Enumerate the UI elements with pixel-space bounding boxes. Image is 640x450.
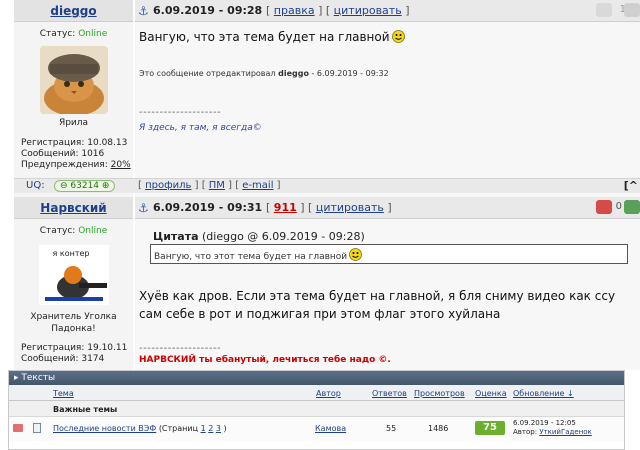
quote-box: Вангую, что этот тема будет на главной [150,244,628,264]
post-header: ⚓ 6.09.2019 - 09:28 [ правка ] [ цитиров… [135,0,640,22]
col-author[interactable]: Автор [316,389,341,398]
col-replies[interactable]: Ответов [372,389,407,398]
last-author-link[interactable]: УткийГаденок [539,428,591,436]
forum-topics-panel: ▸ Тексты Тема Автор Ответов Просмотров О… [8,370,625,450]
topic-title-link[interactable]: Последние новости ВЭФ [53,424,156,433]
forum-column-headers: Тема Автор Ответов Просмотров Оценка Обн… [9,385,624,401]
scroll-top-icon[interactable]: [^ [624,179,638,192]
last-update-date: 6.09.2019 - 12:05 [513,419,576,427]
warning-level: 20% [110,160,131,170]
edit-note: Это сообщение отредактировал dieggo - 6.… [139,69,389,78]
reg-date: 10.08.13 [87,138,128,148]
report-911-link[interactable]: 911 [274,201,297,214]
views-count: 1486 [428,424,449,433]
user-status: Статус: Online [39,226,108,236]
reg-date: 19.10.11 [87,343,128,353]
anchor-icon[interactable]: ⚓ [138,4,149,18]
post-footer: UQ: ⊖ 63214 ⊕ [ профиль ] [ ПМ ] [ e-mai… [14,178,640,193]
smiley-icon [391,30,405,43]
author-header: dieggo [14,0,133,22]
user-status: Статус: Online [39,29,108,39]
post-text: Вангую, что эта тема будет на главной [139,30,405,44]
user-info-panel: Статус: Online Ярила Регистрация: 10.08.… [14,22,133,197]
avatar-caption: Хранитель Уголка Падонка! [30,312,117,334]
signature-text: НАРВСКИЙ ты ебанутый, лечиться тебе надо… [139,355,391,365]
quote-link[interactable]: цитировать [334,4,402,17]
footer-links: [ профиль ] [ ПМ ] [ e-mail ] [138,180,281,191]
post-date: 6.09.2019 - 09:28 [153,4,263,17]
author-header: Нарвский [14,197,133,219]
message-count: 1016 [81,149,105,159]
quote-link[interactable]: цитировать [316,201,384,214]
post-header: ⚓ 6.09.2019 - 09:31 [ 911 ] [ цитировать… [135,197,640,219]
report-icon[interactable] [596,3,612,17]
author-name-link[interactable]: Нарвский [40,201,106,215]
col-rating[interactable]: Оценка [475,389,507,398]
table-row: Последние новости ВЭФ (Страниц 1 2 3 ) К… [9,417,624,441]
post-body: Цитата (dieggo @ 6.09.2019 - 09:28) Ванг… [135,219,640,370]
signature-text: Я здесь, я там, я всегда© [139,123,262,133]
signature-divider: -------------------- [139,107,222,118]
post-dieggo: dieggo ⚓ 6.09.2019 - 09:28 [ правка ] [ … [14,0,640,197]
edit-link[interactable]: правка [274,4,315,17]
avatar-caption: Ярила [58,118,89,128]
smiley-icon [349,248,363,261]
user-info-panel: Статус: Online я контер Хранитель Уголка… [14,219,133,370]
topic-icon [33,423,41,433]
minus-karma-icon[interactable] [596,200,612,214]
author-name-link[interactable]: dieggo [50,4,96,18]
post-date: 6.09.2019 - 09:31 [153,201,263,214]
page-3-link[interactable]: 3 [216,424,221,433]
email-link[interactable]: e-mail [242,180,273,191]
avatar-cat-hat[interactable] [39,46,108,114]
user-stats: Регистрация: 19.10.11 Сообщений: 3174 [21,343,128,364]
col-views[interactable]: Просмотров [414,389,465,398]
post-actions: [ правка ] [ цитировать ] [266,4,410,17]
signature-divider: -------------------- [139,343,222,354]
avatar-box[interactable]: я контер [38,245,109,305]
plus-icon[interactable] [624,3,640,17]
user-stats: Регистрация: 10.08.13 Сообщений: 1016 Пр… [21,138,131,170]
topic-line: Последние новости ВЭФ (Страниц 1 2 3 ) [53,424,227,433]
replies-count: 55 [386,424,397,433]
post-narvsky: Нарвский ⚓ 6.09.2019 - 09:31 [ 911 ] [ ц… [14,197,640,370]
col-topic[interactable]: Тема [53,389,74,398]
pm-link[interactable]: ПМ [209,180,225,191]
post-actions: [ 911 ] [ цитировать ] [266,201,392,214]
post-body: Вангую, что эта тема будет на главной Эт… [135,22,640,197]
anchor-icon[interactable]: ⚓ [138,201,149,215]
post-text: Хуёв как дров. Если эта тема будет на гл… [139,289,616,321]
uq-label: UQ: [26,180,45,191]
forum-title: ▸ Тексты [9,371,624,385]
profile-link[interactable]: профиль [145,180,191,191]
page-1-link[interactable]: 1 [201,424,206,433]
col-updated[interactable]: Обновление ↓ [513,389,574,398]
new-post-icon[interactable] [13,424,23,432]
message-count: 3174 [81,354,105,364]
rating-badge: 75 [475,421,505,435]
last-update-author: Автор: УткийГаденок [513,428,592,436]
section-pinned: Важные темы [9,401,624,417]
karma-count: 0 [615,201,622,212]
quote-header: Цитата (dieggo @ 6.09.2019 - 09:28) [153,230,365,243]
reputation-badge[interactable]: ⊖ 63214 ⊕ [54,180,116,192]
topic-author-link[interactable]: Камова [315,424,346,433]
page-2-link[interactable]: 2 [208,424,213,433]
avatar-text: я контер [52,249,90,258]
plus-karma-icon[interactable] [624,200,640,214]
